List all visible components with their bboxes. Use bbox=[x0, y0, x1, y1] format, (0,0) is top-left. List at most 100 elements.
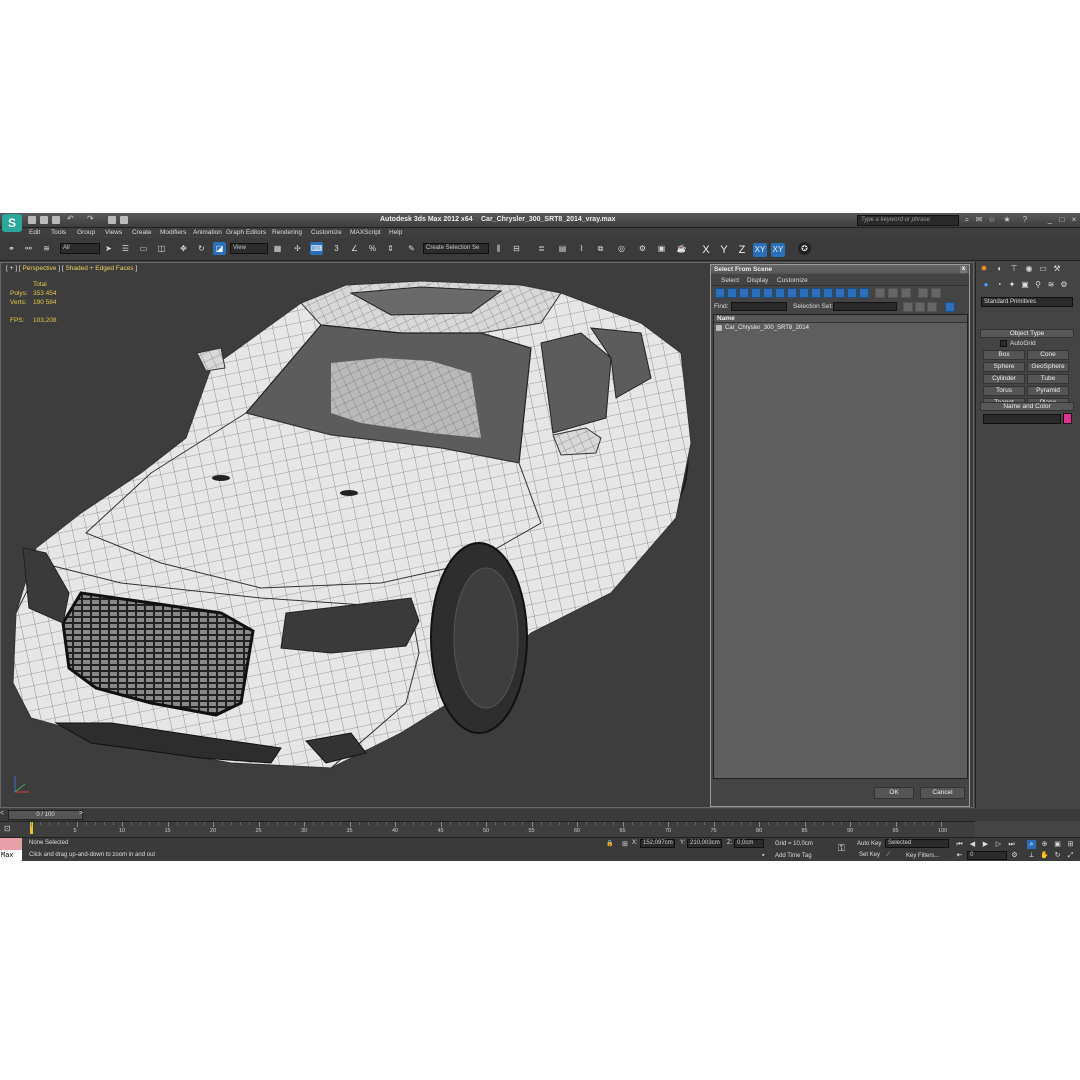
selection-set-remove-icon[interactable] bbox=[927, 302, 937, 312]
primitive-category-dropdown[interactable]: Standard Primitives bbox=[981, 297, 1073, 307]
unlink-icon[interactable]: ⚯ bbox=[22, 242, 35, 255]
orbit-icon[interactable]: ↻ bbox=[1053, 851, 1062, 860]
display-spacewarps-icon[interactable] bbox=[775, 288, 785, 298]
tube-button[interactable]: Tube bbox=[1027, 374, 1069, 384]
hierarchy-tab-icon[interactable]: ⊤ bbox=[1009, 264, 1019, 274]
display-shapes-icon[interactable] bbox=[727, 288, 737, 298]
maximize-viewport-icon[interactable]: ⤢ bbox=[1066, 851, 1075, 860]
zoom-extents-all-icon[interactable]: ⊞ bbox=[1066, 840, 1075, 849]
menu-maxscript[interactable]: MAXScript bbox=[350, 229, 381, 236]
rendered-frame-window-icon[interactable]: ▣ bbox=[655, 242, 668, 255]
subscription-icon[interactable]: ✉ bbox=[974, 215, 984, 225]
display-containers-icon[interactable] bbox=[823, 288, 833, 298]
menu-graph-editors[interactable]: Graph Editors bbox=[226, 229, 266, 236]
object-name-field[interactable] bbox=[983, 414, 1061, 424]
column-header-name[interactable]: Name bbox=[714, 315, 967, 323]
communication-center-icon[interactable]: ☆ bbox=[987, 215, 997, 225]
geosphere-button[interactable]: GeoSphere bbox=[1027, 362, 1069, 372]
zoom-all-icon[interactable]: ⊕ bbox=[1040, 840, 1049, 849]
dialog-menu-select[interactable]: Select bbox=[721, 277, 739, 284]
field-of-view-icon[interactable]: ⟂ bbox=[1027, 851, 1036, 860]
menu-group[interactable]: Group bbox=[77, 229, 95, 236]
schematic-view-icon[interactable]: ⧉ bbox=[594, 242, 607, 255]
cameras-category-icon[interactable]: ▣ bbox=[1020, 280, 1030, 290]
mini-curve-editor-icon[interactable]: ⊡ bbox=[4, 824, 16, 835]
favorites-icon[interactable]: ★ bbox=[1002, 215, 1012, 225]
ok-button[interactable]: OK bbox=[874, 787, 914, 799]
maxscript-label[interactable]: Max bbox=[0, 850, 22, 861]
box-button[interactable]: Box bbox=[983, 350, 1025, 360]
maxscript-listener[interactable]: Max bbox=[0, 838, 22, 861]
slider-next-icon[interactable]: > bbox=[79, 810, 86, 820]
cone-button[interactable]: Cone bbox=[1027, 350, 1069, 360]
menu-help[interactable]: Help bbox=[389, 229, 402, 236]
menu-create[interactable]: Create bbox=[132, 229, 152, 236]
sync-selection-icon[interactable] bbox=[945, 302, 955, 312]
display-groups-icon[interactable] bbox=[787, 288, 797, 298]
filter-icon[interactable] bbox=[918, 288, 928, 298]
go-to-end-icon[interactable]: ⏭ bbox=[1007, 840, 1016, 849]
time-slider[interactable]: 0 / 100 bbox=[8, 810, 83, 820]
sphere-button[interactable]: Sphere bbox=[983, 362, 1025, 372]
select-rotate-icon[interactable]: ↻ bbox=[195, 242, 208, 255]
time-configuration-icon[interactable]: ⚙ bbox=[1010, 851, 1019, 860]
object-color-swatch[interactable] bbox=[1063, 413, 1072, 424]
hold-icon[interactable] bbox=[108, 216, 116, 224]
percent-snap-icon[interactable]: % bbox=[366, 242, 379, 255]
edit-named-selection-icon[interactable]: ✎ bbox=[405, 242, 418, 255]
key-mode-dropdown[interactable]: Selected bbox=[885, 839, 949, 848]
shapes-category-icon[interactable]: ◔ bbox=[994, 280, 1004, 290]
time-tag-icon[interactable]: ▪ bbox=[762, 852, 764, 859]
add-time-tag-button[interactable]: Add Time Tag bbox=[775, 853, 812, 859]
display-tab-icon[interactable]: ▭ bbox=[1038, 264, 1048, 274]
angle-snap-icon[interactable]: ∠ bbox=[348, 242, 361, 255]
minimize-icon[interactable]: _ bbox=[1045, 215, 1055, 225]
selection-set-add-icon[interactable] bbox=[915, 302, 925, 312]
y-coord-field[interactable]: 210,003cm bbox=[687, 839, 722, 848]
motion-tab-icon[interactable]: ◉ bbox=[1024, 264, 1034, 274]
restrict-plane-cycle-button[interactable]: XY bbox=[771, 243, 785, 257]
align-icon[interactable]: ⊟ bbox=[510, 242, 523, 255]
search-input[interactable]: Type a keyword or phrase bbox=[857, 215, 959, 226]
filter-options-icon[interactable] bbox=[931, 288, 941, 298]
display-all-icon[interactable] bbox=[859, 288, 869, 298]
lock-selection-icon[interactable]: 🔒 bbox=[606, 840, 613, 847]
new-file-icon[interactable] bbox=[28, 216, 36, 224]
render-production-icon[interactable]: ☕ bbox=[675, 242, 688, 255]
select-none-icon[interactable] bbox=[888, 288, 898, 298]
default-tangents-icon[interactable]: ⟋ bbox=[886, 852, 890, 859]
spacewarps-category-icon[interactable]: ≋ bbox=[1046, 280, 1056, 290]
car-wireframe-model[interactable] bbox=[1, 263, 711, 808]
object-type-rollout-header[interactable]: Object Type bbox=[980, 329, 1074, 338]
pivot-center-icon[interactable]: ▦ bbox=[271, 242, 284, 255]
pan-view-icon[interactable]: ✋ bbox=[1040, 851, 1049, 860]
graphite-ribbon-icon[interactable]: ▤ bbox=[556, 242, 569, 255]
z-coord-field[interactable]: 0,0cm bbox=[734, 839, 764, 848]
application-logo-button[interactable]: S bbox=[2, 214, 22, 232]
key-mode-toggle-icon[interactable]: ⇤ bbox=[955, 851, 964, 860]
pyramid-button[interactable]: Pyramid bbox=[1027, 386, 1069, 396]
current-frame-field[interactable]: 0 bbox=[967, 851, 1007, 860]
create-tab-icon[interactable]: ✹ bbox=[979, 264, 989, 274]
helpers-category-icon[interactable]: ⚲ bbox=[1033, 280, 1043, 290]
next-frame-icon[interactable]: ▷ bbox=[994, 840, 1003, 849]
display-geometry-icon[interactable] bbox=[715, 288, 725, 298]
display-frozen-icon[interactable] bbox=[835, 288, 845, 298]
autogrid-checkbox[interactable] bbox=[1000, 340, 1007, 347]
restrict-z-button[interactable]: Z bbox=[735, 243, 749, 257]
search-icon[interactable]: ⌕ bbox=[962, 215, 972, 225]
torus-button[interactable]: Torus bbox=[983, 386, 1025, 396]
x-coord-field[interactable]: 152,097cm bbox=[640, 839, 675, 848]
set-key-icon[interactable]: ⚿ bbox=[838, 843, 845, 854]
find-input[interactable] bbox=[731, 302, 787, 311]
slider-prev-icon[interactable]: < bbox=[0, 810, 7, 820]
set-key-button[interactable]: Set Key bbox=[859, 852, 880, 858]
list-item[interactable]: Car_Chrysler_300_SRT8_2014 bbox=[714, 323, 967, 333]
restrict-xy-button[interactable]: XY bbox=[753, 243, 767, 257]
cancel-button[interactable]: Cancel bbox=[920, 787, 965, 799]
play-icon[interactable]: ▶ bbox=[981, 840, 990, 849]
select-manipulate-icon[interactable]: ✢ bbox=[291, 242, 304, 255]
maximize-icon[interactable]: □ bbox=[1057, 215, 1067, 225]
display-hidden-icon[interactable] bbox=[847, 288, 857, 298]
cylinder-button[interactable]: Cylinder bbox=[983, 374, 1025, 384]
